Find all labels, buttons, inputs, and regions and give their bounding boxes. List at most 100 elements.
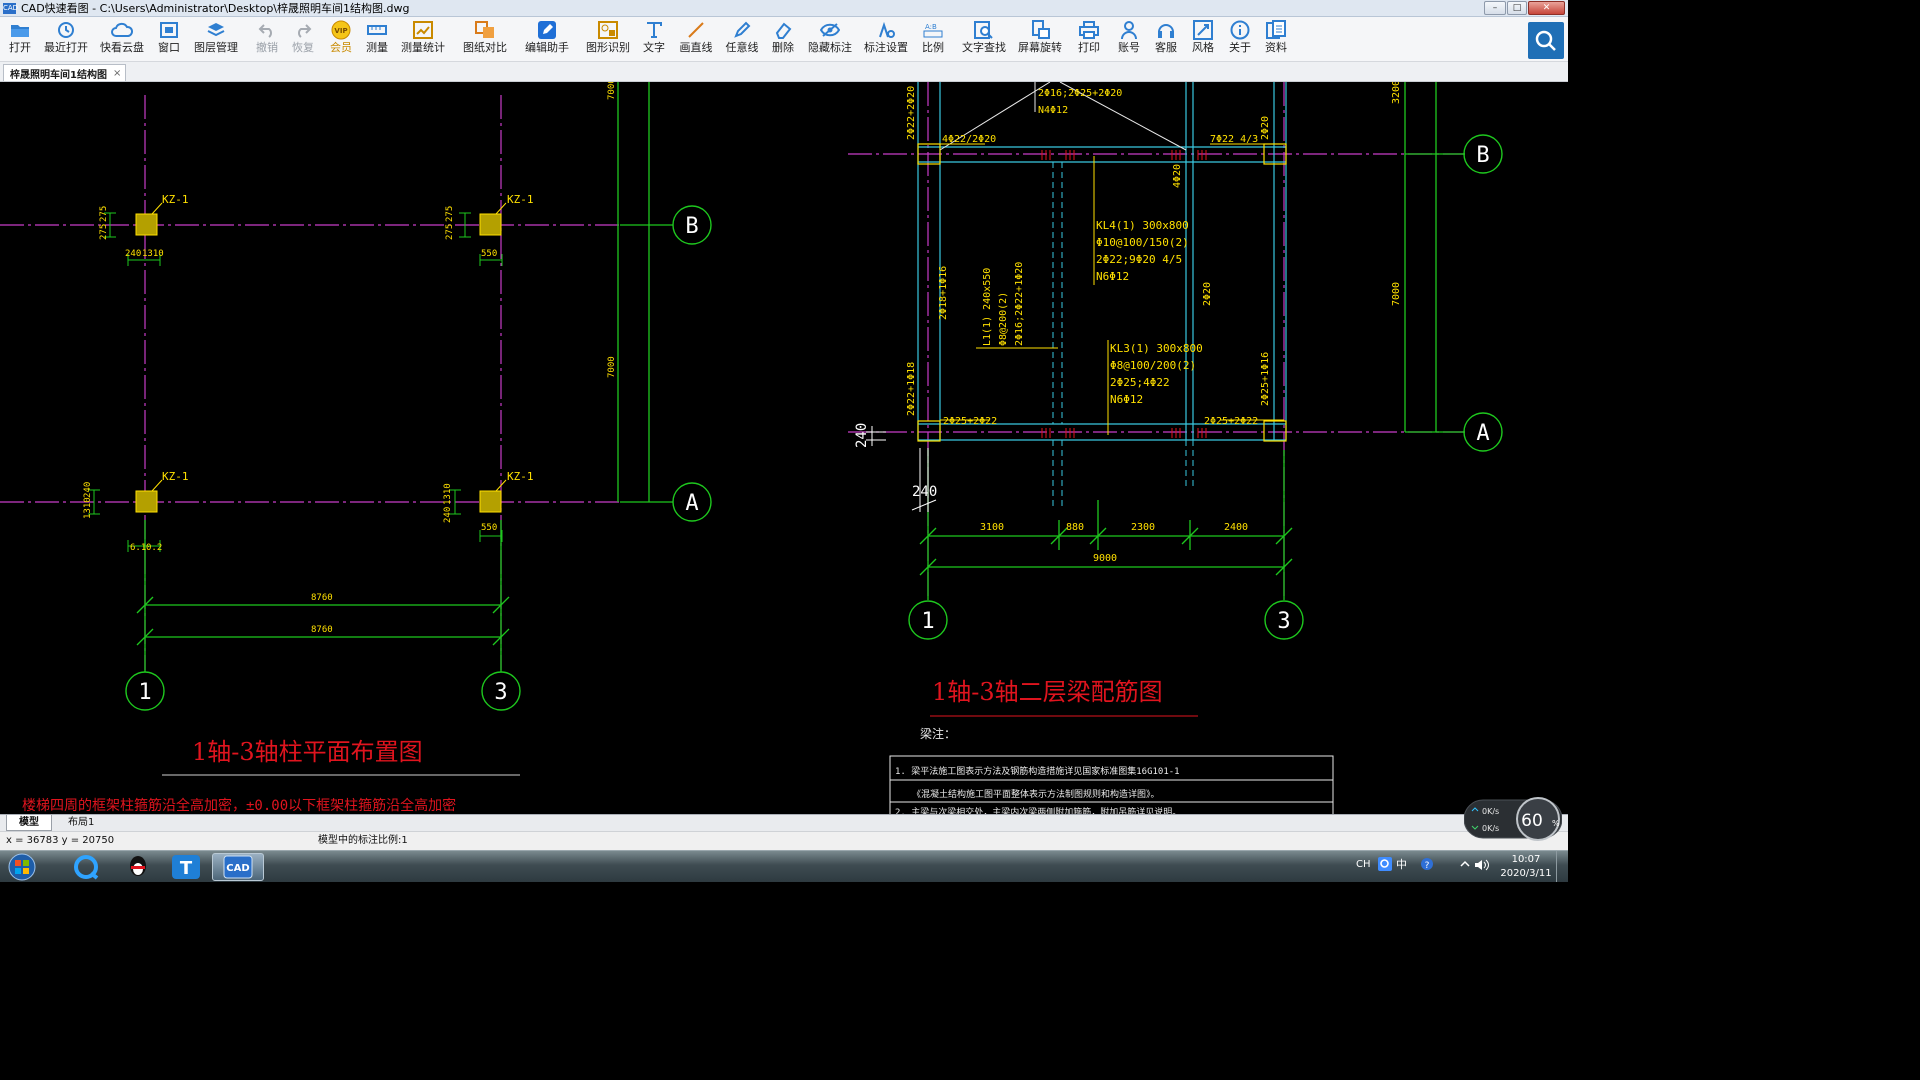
open-label: 打开 bbox=[9, 41, 31, 54]
drawing-canvas[interactable]: KZ-1 KZ-1 KZ-1 KZ-1 275 275 240 1310 275… bbox=[0, 82, 1568, 814]
dim-text: 240 bbox=[125, 249, 141, 259]
column-kz1-tr bbox=[479, 213, 502, 236]
left-column-tags: KZ-1 KZ-1 KZ-1 KZ-1 bbox=[162, 193, 534, 483]
tray-language[interactable]: CH bbox=[1356, 851, 1371, 882]
vip-label: 会员 bbox=[330, 41, 352, 54]
document-tab[interactable]: 梓晟照明车间1结构图 × bbox=[3, 64, 127, 81]
window-button[interactable]: 窗口 bbox=[156, 19, 182, 60]
dim-text: 240 bbox=[443, 507, 453, 523]
undo-button[interactable]: 撤销 bbox=[254, 19, 280, 60]
tray-show-hidden[interactable] bbox=[1460, 859, 1470, 873]
start-button[interactable] bbox=[0, 853, 44, 881]
taskbar-text-app[interactable]: T bbox=[160, 853, 212, 881]
left-drawing-title: 1轴-3轴柱平面布置图 bbox=[192, 738, 423, 766]
cloud-button[interactable]: 快看云盘 bbox=[100, 19, 144, 60]
rebar-text: 4Φ22/2Φ20 bbox=[942, 134, 996, 145]
taskbar-cad[interactable]: CAD bbox=[212, 853, 264, 881]
ruler-icon bbox=[367, 19, 387, 41]
style-button[interactable]: 风格 bbox=[1190, 19, 1216, 60]
erase-button[interactable]: 删除 bbox=[770, 19, 796, 60]
rebar-text: 7Φ22 4/3 bbox=[1210, 134, 1258, 145]
recognize-button[interactable]: 图形识别 bbox=[586, 19, 630, 60]
edit-helper-button[interactable]: 编辑助手 bbox=[524, 19, 570, 60]
maximize-button[interactable]: □ bbox=[1507, 1, 1527, 15]
svg-text:?: ? bbox=[1425, 861, 1430, 871]
dim-text: 6.1 bbox=[130, 543, 146, 553]
dim-text: 275 bbox=[445, 206, 455, 222]
beam-text: Φ8@200(2) bbox=[998, 292, 1009, 346]
notes-heading: 梁注： bbox=[920, 726, 956, 741]
rebar-text: 2Φ16;2Φ25+2Φ20 bbox=[1038, 88, 1122, 99]
beam-text: N6Φ12 bbox=[1096, 270, 1129, 283]
cad-app-text: CAD bbox=[226, 863, 249, 874]
layers-button[interactable]: 图层管理 bbox=[194, 19, 238, 60]
network-speed-widget[interactable]: 0K/s 0K/s 60 % bbox=[1463, 796, 1563, 842]
tray-help[interactable]: ? bbox=[1420, 857, 1434, 873]
measure-button[interactable]: 测量 bbox=[364, 19, 390, 60]
grid-label-1: 1 bbox=[921, 609, 934, 634]
pencil-icon bbox=[733, 19, 751, 41]
beam-text: L1(1) 240x550 bbox=[982, 268, 993, 346]
show-desktop-button[interactable] bbox=[1556, 851, 1568, 882]
history-icon bbox=[57, 19, 75, 41]
line-button[interactable]: 画直线 bbox=[678, 19, 714, 60]
taskbar-qq[interactable] bbox=[112, 853, 164, 881]
print-button[interactable]: 打印 bbox=[1076, 19, 1102, 60]
rebar-text: 4Φ20 bbox=[1172, 164, 1183, 188]
right-hidden-beams bbox=[1052, 162, 1194, 510]
vip-button[interactable]: VIP 会员 bbox=[328, 19, 354, 60]
scale-label: 比例 bbox=[922, 41, 944, 54]
info-icon bbox=[1230, 19, 1250, 41]
tray-ime[interactable]: 中 bbox=[1396, 851, 1407, 882]
support-button[interactable]: 客服 bbox=[1153, 19, 1179, 60]
redo-button[interactable]: 恢复 bbox=[290, 19, 316, 60]
rebar-text: 2Φ18+1Φ16 bbox=[938, 266, 949, 320]
mark-settings-button[interactable]: 标注设置 bbox=[864, 19, 908, 60]
beam-text: Φ8@100/200(2) bbox=[1110, 359, 1196, 372]
right-grid-bubbles bbox=[908, 134, 1503, 640]
taskbar-browser[interactable] bbox=[60, 853, 112, 881]
clock-date: 2020/3/11 bbox=[1500, 868, 1552, 879]
tab-model[interactable]: 模型 bbox=[6, 815, 52, 831]
find-text-label: 文字查找 bbox=[962, 41, 1006, 54]
freeline-button[interactable]: 任意线 bbox=[724, 19, 760, 60]
beam-text: 2Φ16;2Φ22+1Φ20 bbox=[1014, 262, 1025, 346]
hide-marks-button[interactable]: 隐藏标注 bbox=[808, 19, 852, 60]
docs-button[interactable]: 资料 bbox=[1263, 19, 1289, 60]
left-grid-labels: B A 1 3 bbox=[138, 214, 698, 705]
tray-search[interactable] bbox=[1378, 857, 1392, 873]
column-kz1-bl bbox=[135, 490, 158, 513]
line-icon bbox=[687, 19, 705, 41]
rotate-button[interactable]: 屏幕旋转 bbox=[1018, 19, 1062, 60]
search-button[interactable] bbox=[1528, 22, 1564, 59]
measure-stats-button[interactable]: 测量统计 bbox=[400, 19, 446, 60]
close-button[interactable]: ✕ bbox=[1528, 1, 1565, 15]
docs-label: 资料 bbox=[1265, 41, 1287, 54]
tray-clock[interactable]: 10:07 2020/3/11 bbox=[1500, 851, 1552, 882]
about-button[interactable]: 关于 bbox=[1227, 19, 1253, 60]
column-tag: KZ-1 bbox=[162, 470, 189, 483]
compare-button[interactable]: 图纸对比 bbox=[462, 19, 508, 60]
account-button[interactable]: 账号 bbox=[1116, 19, 1142, 60]
dim-text: 8760 bbox=[311, 593, 333, 603]
recent-button[interactable]: 最近打开 bbox=[44, 19, 88, 60]
compare-label: 图纸对比 bbox=[463, 41, 507, 54]
erase-label: 删除 bbox=[772, 41, 794, 54]
tray-volume[interactable] bbox=[1474, 858, 1490, 874]
user-icon bbox=[1120, 19, 1138, 41]
grid-label-1: 1 bbox=[138, 680, 151, 705]
find-text-button[interactable]: 文字查找 bbox=[962, 19, 1006, 60]
document-tab-label: 梓晟照明车间1结构图 bbox=[10, 69, 107, 81]
minimize-button[interactable]: – bbox=[1484, 1, 1506, 15]
left-grid-lines bbox=[0, 95, 620, 670]
rebar-text: 2Φ22+2Φ20 bbox=[906, 86, 917, 140]
text-button[interactable]: 文字 bbox=[642, 19, 666, 60]
tab-close-icon[interactable]: × bbox=[113, 68, 121, 79]
scale-button[interactable]: A:B 比例 bbox=[920, 19, 946, 60]
open-button[interactable]: 打开 bbox=[4, 19, 36, 60]
stats-icon bbox=[413, 19, 433, 41]
memory-percent: 60 bbox=[1521, 811, 1543, 831]
tab-layout1[interactable]: 布局1 bbox=[56, 815, 106, 831]
dim-text: 9000 bbox=[1093, 553, 1117, 564]
beam-text: KL3(1) 300x800 bbox=[1110, 342, 1203, 355]
